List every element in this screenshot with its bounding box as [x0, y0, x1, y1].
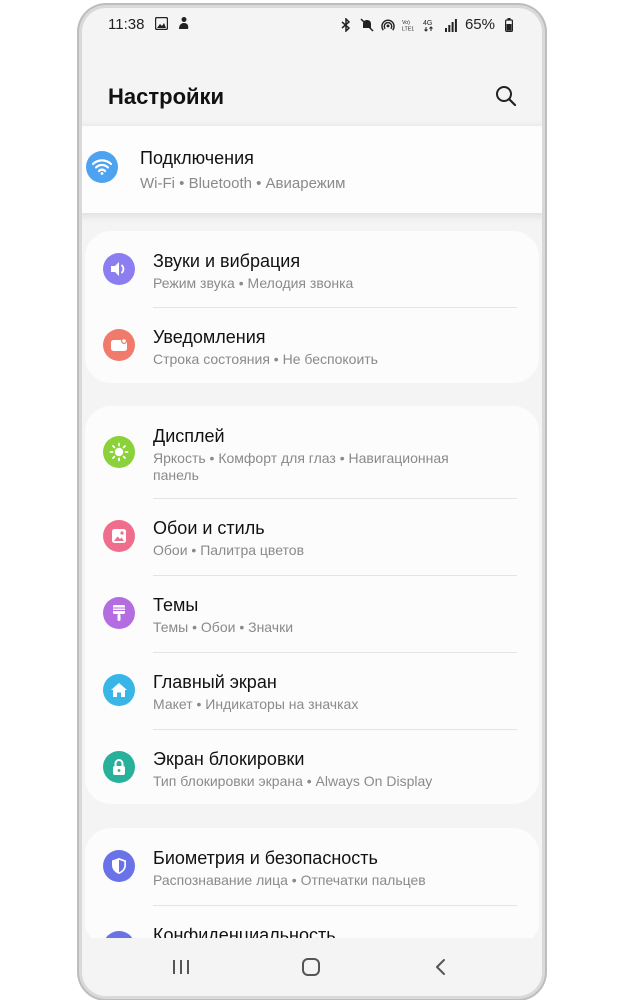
shield-icon: [103, 850, 135, 882]
item-title: Обои и стиль: [153, 518, 265, 538]
wifi-icon: [86, 151, 118, 183]
search-button[interactable]: [494, 84, 520, 110]
back-button[interactable]: [426, 952, 456, 982]
wallpaper-icon: [103, 520, 135, 552]
4g-icon: 4G: [423, 18, 437, 32]
item-subtitle: Тип блокировки экрана • Always On Displa…: [153, 773, 433, 789]
volte-icon: Vo) LTE1: [402, 18, 416, 32]
item-subtitle-line2: панель: [153, 467, 199, 483]
settings-group-display: Дисплей Яркость • Комфорт для глаз • Нав…: [85, 406, 539, 804]
item-subtitle: Распознавание лица • Отпечатки пальцев: [153, 872, 426, 888]
signal-icon: [444, 18, 458, 32]
item-title: Главный экран: [153, 672, 277, 692]
item-subtitle: Обои • Палитра цветов: [153, 542, 305, 558]
home-icon: [103, 674, 135, 706]
home-nav-icon: [302, 958, 320, 976]
mute-icon: [360, 17, 374, 32]
status-bar: 11:38 Vo) LTE1 4G 65%: [82, 8, 542, 42]
search-icon: [496, 86, 517, 107]
item-title: Звуки и вибрация: [153, 251, 301, 271]
navigation-bar: [82, 938, 542, 996]
person-icon: [176, 16, 190, 30]
settings-item-connections[interactable]: Подключения Wi-Fi • Bluetooth • Авиарежи…: [82, 126, 542, 213]
settings-group-security: Биометрия и безопасность Распознавание л…: [85, 828, 539, 943]
gallery-icon: [154, 16, 168, 30]
status-time: 11:38: [108, 16, 145, 33]
phone-screen: 11:38 Vo) LTE1 4G 65% Настройки Подключе…: [82, 8, 542, 996]
settings-item-home-screen[interactable]: Главный экран Макет • Индикаторы на знач…: [85, 652, 539, 729]
recents-icon: [173, 960, 189, 974]
svg-text:Vo): Vo): [402, 20, 410, 26]
notification-icon: [103, 329, 135, 361]
settings-item-notifications[interactable]: Уведомления Строка состояния • Не беспок…: [85, 307, 539, 383]
svg-text:LTE1: LTE1: [402, 26, 414, 32]
battery-icon: [502, 17, 516, 32]
item-subtitle: Темы • Обои • Значки: [153, 619, 294, 635]
item-title: Дисплей: [153, 426, 225, 446]
settings-item-themes[interactable]: Темы Темы • Обои • Значки: [85, 575, 539, 652]
item-title: Темы: [153, 595, 199, 615]
battery-percent: 65%: [464, 16, 495, 33]
brightness-icon: [103, 436, 135, 468]
item-subtitle: Макет • Индикаторы на значках: [153, 696, 359, 712]
item-title: Подключения: [140, 148, 254, 168]
page-title: Настройки: [108, 84, 225, 109]
item-subtitle: Wi-Fi • Bluetooth • Авиарежим: [140, 175, 346, 192]
back-icon: [436, 959, 445, 975]
lock-icon: [103, 751, 135, 783]
settings-item-biometrics[interactable]: Биометрия и безопасность Распознавание л…: [85, 828, 539, 905]
hotspot-icon: [381, 18, 395, 32]
item-subtitle: Режим звука • Мелодия звонка: [153, 275, 354, 291]
item-subtitle: Строка состояния • Не беспокоить: [153, 351, 378, 367]
settings-item-display[interactable]: Дисплей Яркость • Комфорт для глаз • Нав…: [85, 406, 539, 498]
brush-icon: [103, 597, 135, 629]
settings-item-sounds[interactable]: Звуки и вибрация Режим звука • Мелодия з…: [85, 231, 539, 307]
item-title: Уведомления: [153, 327, 266, 347]
settings-item-wallpaper[interactable]: Обои и стиль Обои • Палитра цветов: [85, 498, 539, 575]
volume-icon: [103, 253, 135, 285]
settings-item-lock-screen[interactable]: Экран блокировки Тип блокировки экрана •…: [85, 729, 539, 804]
svg-text:4G: 4G: [423, 20, 432, 27]
home-button[interactable]: [296, 952, 326, 982]
settings-group-sound: Звуки и вибрация Режим звука • Мелодия з…: [85, 231, 539, 383]
bluetooth-icon: [339, 17, 353, 32]
recents-button[interactable]: [166, 952, 196, 982]
item-subtitle: Яркость • Комфорт для глаз • Навигационн…: [153, 450, 449, 466]
item-title: Экран блокировки: [153, 749, 305, 769]
item-title: Биометрия и безопасность: [153, 848, 378, 868]
